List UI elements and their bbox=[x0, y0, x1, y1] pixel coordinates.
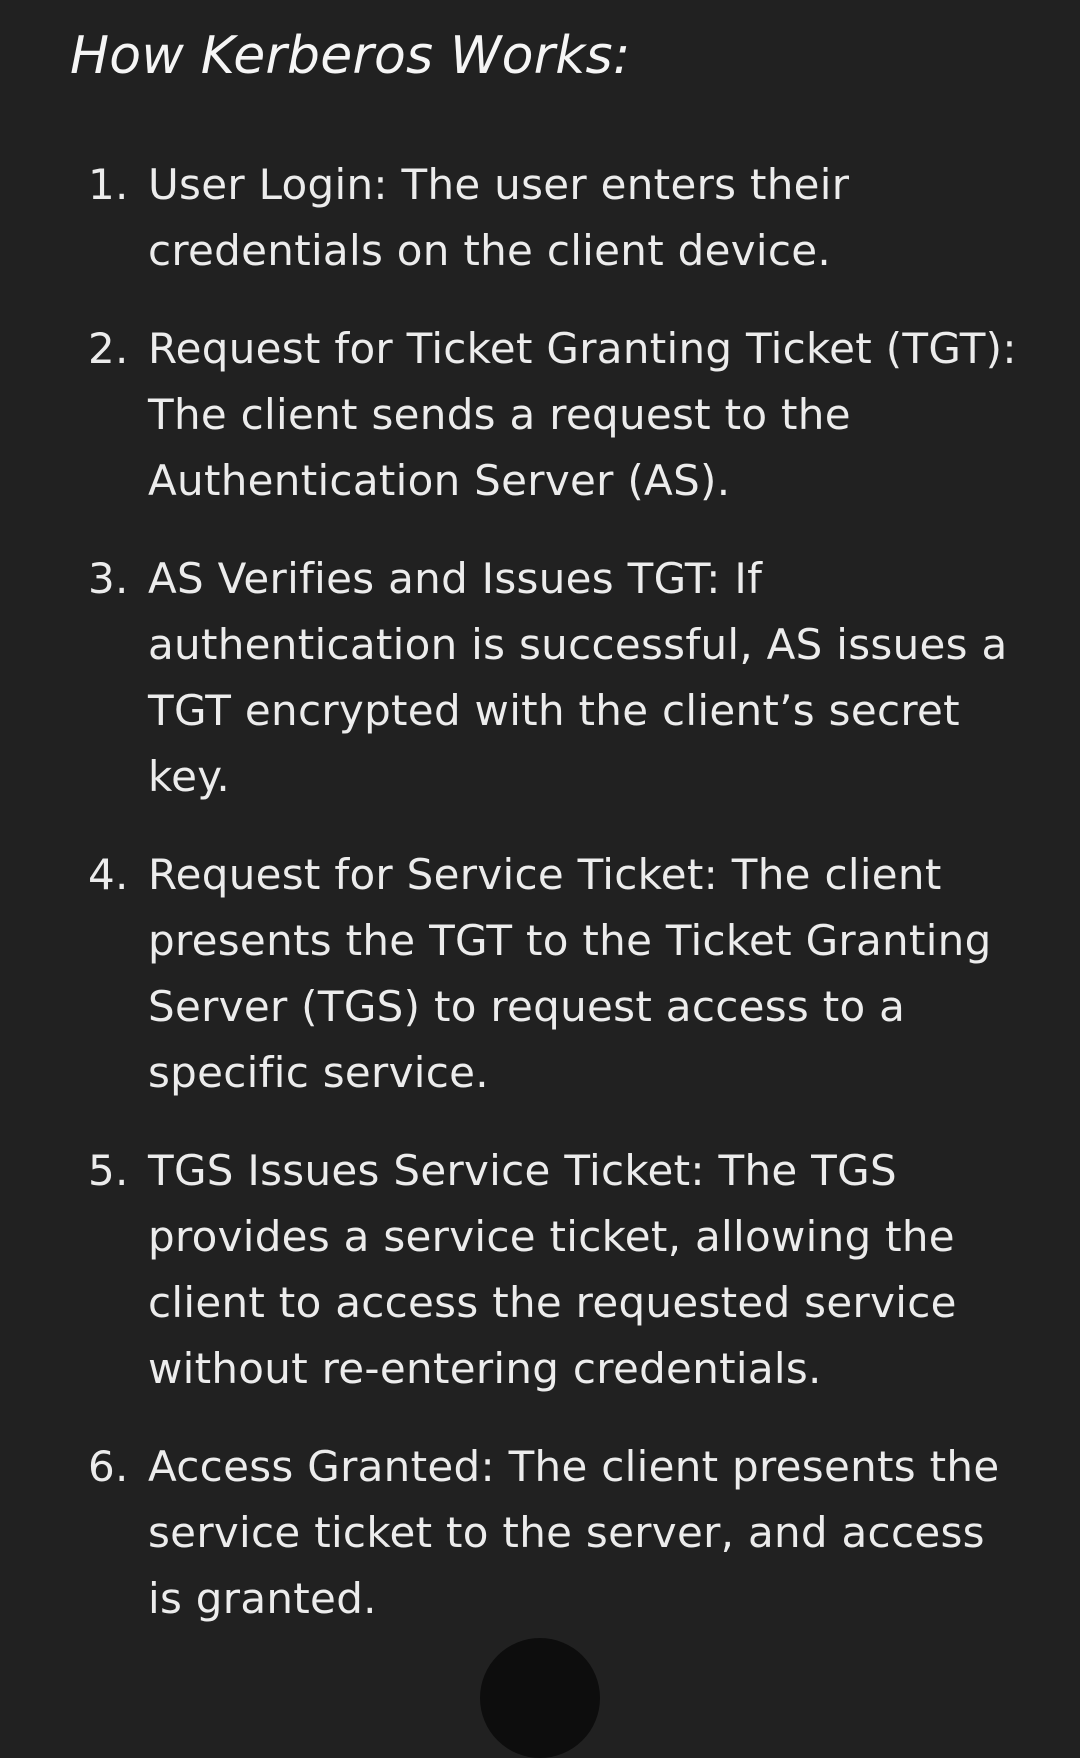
step-title: AS Verifies and Issues TGT: bbox=[148, 554, 721, 603]
list-item: 1. User Login: The user enters their cre… bbox=[70, 152, 1030, 284]
step-number: 1. bbox=[88, 160, 129, 209]
step-number: 4. bbox=[88, 850, 129, 899]
list-item: 4. Request for Service Ticket: The clien… bbox=[70, 842, 1030, 1106]
list-item: 2. Request for Ticket Granting Ticket (T… bbox=[70, 316, 1030, 514]
step-number: 6. bbox=[88, 1442, 129, 1491]
step-title: Request for Ticket Granting Ticket (TGT)… bbox=[148, 324, 1017, 373]
step-title: Request for Service Ticket: bbox=[148, 850, 719, 899]
step-number: 3. bbox=[88, 554, 129, 603]
step-text: The client sends a request to the Authen… bbox=[148, 390, 851, 505]
message-content: How Kerberos Works: 1. User Login: The u… bbox=[70, 0, 1030, 1664]
scroll-to-bottom-button[interactable] bbox=[480, 1638, 600, 1758]
list-item: 6. Access Granted: The client presents t… bbox=[70, 1434, 1030, 1632]
step-title: TGS Issues Service Ticket: bbox=[148, 1146, 705, 1195]
list-item: 3. AS Verifies and Issues TGT: If authen… bbox=[70, 546, 1030, 810]
list-item: 5. TGS Issues Service Ticket: The TGS pr… bbox=[70, 1138, 1030, 1402]
step-number: 5. bbox=[88, 1146, 129, 1195]
step-title: User Login: bbox=[148, 160, 388, 209]
section-heading: How Kerberos Works: bbox=[70, 26, 631, 86]
steps-list: 1. User Login: The user enters their cre… bbox=[70, 152, 1030, 1632]
step-title: Access Granted: bbox=[148, 1442, 495, 1491]
step-number: 2. bbox=[88, 324, 129, 373]
